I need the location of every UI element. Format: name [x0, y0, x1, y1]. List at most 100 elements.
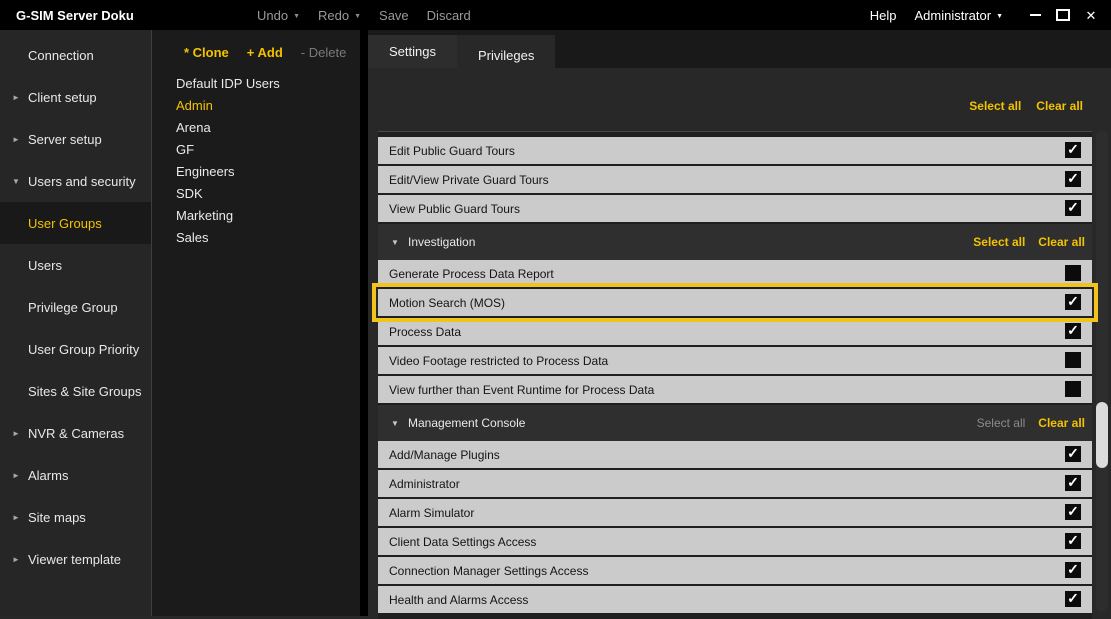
edit-actions: Undo ▼ Redo ▼ Save Discard: [257, 8, 471, 23]
privilege-checkbox[interactable]: ✓: [1065, 171, 1081, 187]
tab-settings[interactable]: Settings: [368, 35, 457, 68]
main-area: Settings Privileges Select all Clear all …: [360, 30, 1111, 619]
minimize-button[interactable]: [1027, 7, 1043, 23]
titlebar-right: Help Administrator ▼ ✕: [870, 7, 1111, 23]
sidebar-item-client-setup[interactable]: ► Client setup: [0, 76, 151, 118]
privilege-checkbox[interactable]: ✓: [1065, 200, 1081, 216]
privilege-checkbox[interactable]: ✓: [1065, 562, 1081, 578]
close-button[interactable]: ✕: [1083, 7, 1099, 23]
chevron-right-icon: ►: [12, 428, 20, 438]
clone-button[interactable]: * Clone: [184, 45, 229, 60]
tab-privileges[interactable]: Privileges: [456, 35, 556, 75]
privilege-row-administrator[interactable]: Administrator ✓: [378, 470, 1092, 497]
chevron-down-icon: ▼: [12, 176, 20, 186]
privilege-row-connection-manager-settings-access[interactable]: Connection Manager Settings Access ✓: [378, 557, 1092, 584]
delete-button[interactable]: - Delete: [301, 45, 347, 60]
chevron-right-icon: ►: [12, 554, 20, 564]
privilege-checkbox[interactable]: [1065, 265, 1081, 281]
privilege-row-add-manage-plugins[interactable]: Add/Manage Plugins ✓: [378, 441, 1092, 468]
clear-all-link[interactable]: Clear all: [1036, 99, 1083, 113]
maximize-button[interactable]: [1055, 7, 1071, 23]
privilege-row-client-data-settings-access[interactable]: Client Data Settings Access ✓: [378, 528, 1092, 555]
privilege-label: Process Data: [389, 324, 462, 339]
checkmark-icon: ✓: [1067, 445, 1079, 461]
help-button[interactable]: Help: [870, 8, 897, 23]
privilege-row-process-data[interactable]: Process Data ✓: [378, 318, 1092, 345]
privilege-section-management-console: ▼ Management Console Select all Clear all: [378, 405, 1092, 441]
sidebar-item-label: Alarms: [28, 467, 69, 483]
group-item-marketing[interactable]: Marketing: [152, 205, 360, 227]
privilege-row-view-further-than-event-runtime-for-process-data[interactable]: View further than Event Runtime for Proc…: [378, 376, 1092, 403]
group-item-arena[interactable]: Arena: [152, 117, 360, 139]
section-clear-all-link[interactable]: Clear all: [1038, 416, 1085, 430]
privilege-row-motion-search-mos[interactable]: Motion Search (MOS) ✓: [372, 283, 1098, 322]
privilege-checkbox[interactable]: ✓: [1065, 504, 1081, 520]
privilege-checkbox[interactable]: ✓: [1065, 591, 1081, 607]
privilege-label: Administrator: [389, 476, 460, 491]
select-all-link[interactable]: Select all: [969, 99, 1021, 113]
sidebar-item-label: User Group Priority: [28, 341, 140, 357]
sidebar-item-viewer-template[interactable]: ► Viewer template: [0, 538, 151, 580]
group-item-sales[interactable]: Sales: [152, 227, 360, 249]
privilege-checkbox[interactable]: [1065, 381, 1081, 397]
sidebar-item-connection[interactable]: Connection: [0, 34, 151, 76]
privilege-label: Motion Search (MOS): [389, 295, 506, 310]
privilege-row-edit-view-private-guard-tours[interactable]: Edit/View Private Guard Tours ✓: [378, 166, 1092, 193]
group-item-engineers[interactable]: Engineers: [152, 161, 360, 183]
user-menu-button[interactable]: Administrator ▼: [914, 8, 1003, 23]
sidebar-item-alarms[interactable]: ► Alarms: [0, 454, 151, 496]
privilege-label: Alarm Simulator: [389, 505, 475, 520]
redo-button[interactable]: Redo ▼: [318, 8, 361, 23]
sidebar-item-privilege-group[interactable]: Privilege Group: [0, 286, 151, 328]
titlebar: G-SIM Server Doku Undo ▼ Redo ▼ Save Dis…: [0, 0, 1111, 30]
add-button[interactable]: + Add: [247, 45, 283, 60]
privilege-row-video-footage-restricted-to-process-data[interactable]: Video Footage restricted to Process Data: [378, 347, 1092, 374]
sidebar-item-sites-site-groups[interactable]: Sites & Site Groups: [0, 370, 151, 412]
chevron-down-icon[interactable]: ▼: [391, 238, 399, 247]
privilege-checkbox[interactable]: ✓: [1065, 294, 1081, 310]
sidebar-item-label: Users and security: [28, 173, 136, 189]
privilege-checkbox[interactable]: ✓: [1065, 142, 1081, 158]
group-item-gf[interactable]: GF: [152, 139, 360, 161]
privilege-label: Health and Alarms Access: [389, 592, 529, 607]
privilege-checkbox[interactable]: ✓: [1065, 533, 1081, 549]
checkmark-icon: ✓: [1067, 293, 1079, 309]
save-button[interactable]: Save: [379, 8, 409, 23]
chevron-down-icon[interactable]: ▼: [354, 13, 361, 20]
user-groups-panel: * Clone + Add - Delete Default IDP Users…: [152, 30, 360, 616]
content-area: Connection ► Client setup ► Server setup ▼ Use…: [0, 30, 1111, 619]
sidebar-item-user-groups[interactable]: User Groups: [0, 202, 151, 244]
sidebar-item-users-and-security[interactable]: ▼ Users and security: [0, 160, 151, 202]
minimize-icon: [1029, 14, 1041, 16]
sidebar-item-site-maps[interactable]: ► Site maps: [0, 496, 151, 538]
sidebar-item-users[interactable]: Users: [0, 244, 151, 286]
privilege-row-view-public-guard-tours[interactable]: View Public Guard Tours ✓: [378, 195, 1092, 222]
section-select-all-link[interactable]: Select all: [977, 416, 1026, 430]
undo-button[interactable]: Undo ▼: [257, 8, 300, 23]
scrollbar-track[interactable]: [1096, 131, 1108, 612]
chevron-down-icon[interactable]: ▼: [391, 419, 399, 428]
sidebar-item-nvr-cameras[interactable]: ► NVR & Cameras: [0, 412, 151, 454]
chevron-right-icon: ►: [12, 92, 20, 102]
privilege-checkbox[interactable]: ✓: [1065, 475, 1081, 491]
sidebar-item-label: Connection: [28, 47, 94, 63]
checkmark-icon: ✓: [1067, 590, 1079, 606]
group-item-default-idp-users[interactable]: Default IDP Users: [152, 73, 360, 95]
chevron-down-icon[interactable]: ▼: [293, 13, 300, 20]
group-item-admin[interactable]: Admin: [152, 95, 360, 117]
privilege-row-health-and-alarms-access[interactable]: Health and Alarms Access ✓: [378, 586, 1092, 613]
privilege-row-edit-public-guard-tours[interactable]: Edit Public Guard Tours ✓: [378, 137, 1092, 164]
group-item-sdk[interactable]: SDK: [152, 183, 360, 205]
scrollbar-thumb[interactable]: [1096, 402, 1108, 468]
privilege-checkbox[interactable]: ✓: [1065, 446, 1081, 462]
sidebar-item-server-setup[interactable]: ► Server setup: [0, 118, 151, 160]
privilege-row-generate-process-data-report[interactable]: Generate Process Data Report: [378, 260, 1092, 287]
discard-button[interactable]: Discard: [427, 8, 471, 23]
section-select-all-link[interactable]: Select all: [973, 235, 1025, 249]
privilege-checkbox[interactable]: [1065, 352, 1081, 368]
privilege-checkbox[interactable]: ✓: [1065, 323, 1081, 339]
section-clear-all-link[interactable]: Clear all: [1038, 235, 1085, 249]
sidebar-item-user-group-priority[interactable]: User Group Priority: [0, 328, 151, 370]
privilege-row-alarm-simulator[interactable]: Alarm Simulator ✓: [378, 499, 1092, 526]
checkmark-icon: ✓: [1067, 141, 1079, 157]
